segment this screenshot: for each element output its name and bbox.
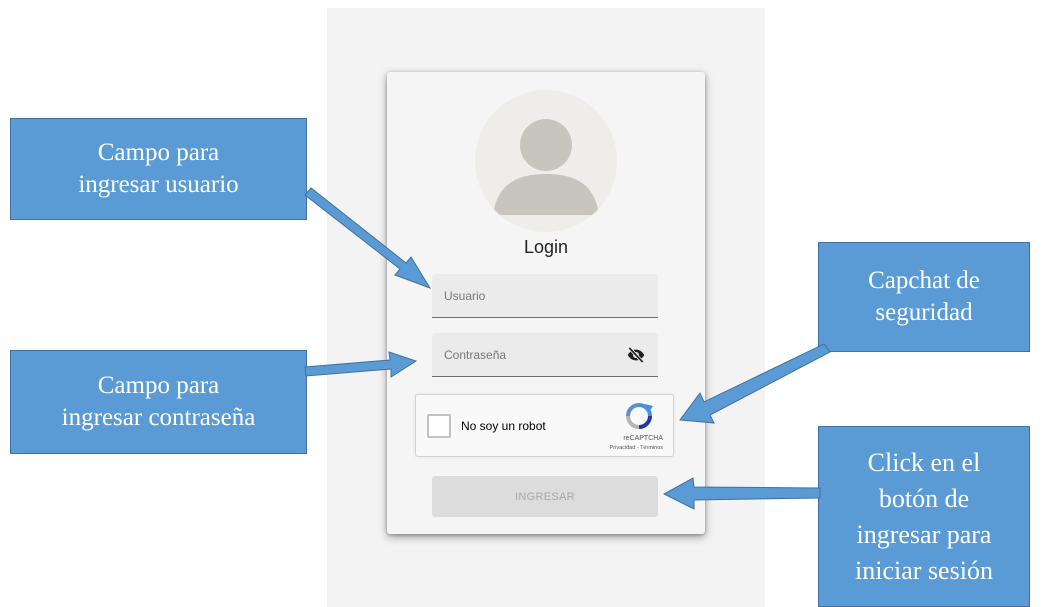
callout-user-line2: ingresar usuario (78, 171, 239, 198)
password-input[interactable] (432, 333, 658, 376)
callout-submit: Click en el botón de ingresar para inici… (818, 426, 1030, 607)
callout-captcha-line1: Capchat de (868, 267, 980, 294)
callout-submit-line4: iniciar sesión (855, 555, 993, 585)
captcha-brand: reCAPTCHA (623, 435, 663, 442)
callout-captcha: Capchat de seguridad (818, 242, 1030, 352)
callout-captcha-line2: seguridad (875, 299, 973, 326)
recaptcha-widget: No soy un robot reCAPTCHA Privacidad - T… (415, 394, 674, 457)
login-title: Login (523, 237, 569, 257)
person-avatar-icon (475, 90, 617, 232)
callout-password-line2: ingresar contraseña (61, 404, 256, 431)
callout-password-field: Campo para ingresar contraseña (10, 350, 307, 454)
password-field[interactable] (432, 333, 658, 377)
ingresar-button[interactable]: INGRESAR (432, 476, 658, 517)
captcha-label: No soy un robot (461, 419, 546, 433)
captcha-links[interactable]: Privacidad - Términos (610, 445, 663, 451)
callout-submit-line2: botón de (878, 483, 970, 513)
callout-user-line1: Campo para (97, 139, 220, 166)
eye-off-icon[interactable] (626, 345, 646, 365)
callout-user-field: Campo para ingresar usuario (10, 118, 307, 220)
callout-password-line1: Campo para (97, 372, 220, 399)
callout-submit-line3: ingresar para (856, 519, 992, 549)
username-field[interactable] (432, 274, 658, 318)
username-input[interactable] (432, 274, 658, 317)
callout-submit-line1: Click en el (867, 447, 981, 477)
captcha-checkbox[interactable] (427, 414, 451, 438)
recaptcha-logo-icon (626, 403, 653, 429)
